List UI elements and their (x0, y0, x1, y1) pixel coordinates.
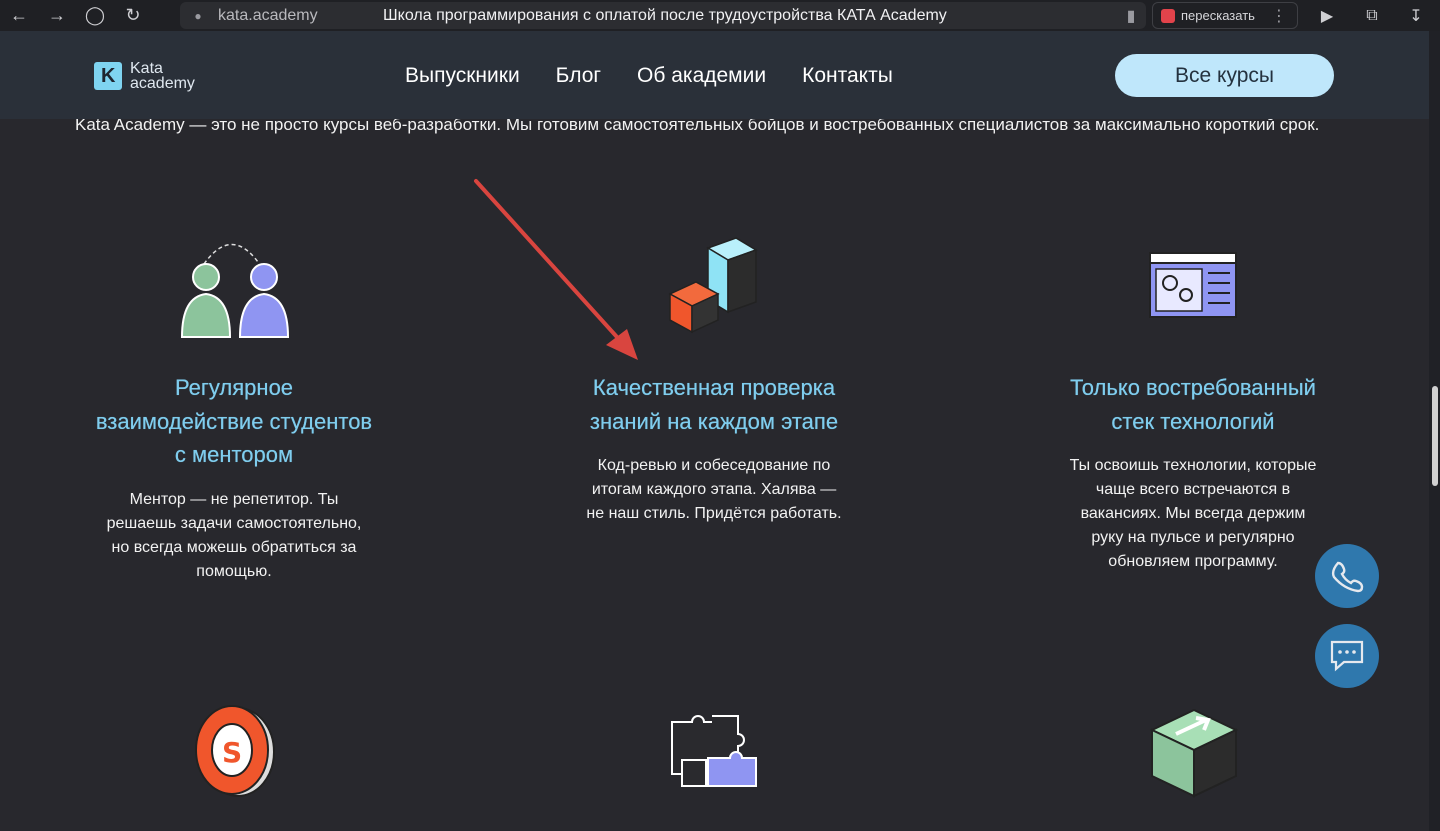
nav-graduates[interactable]: Выпускники (405, 64, 520, 88)
chat-button[interactable] (1315, 624, 1379, 688)
mentor-students-icon (180, 243, 290, 338)
retell-label: пересказать (1181, 8, 1255, 23)
feature-description: Ментор — не репетитор. Ты решаешь задачи… (106, 490, 362, 580)
feature-quality-check: Качественная проверка знаний на каждом э… (544, 371, 884, 526)
lock-icon: ● (194, 8, 202, 23)
feature-description: Код-ревью и собеседование по итогам кажд… (586, 457, 842, 522)
puzzle-icon (671, 715, 757, 787)
address-bar[interactable]: ● kata.academy Школа программирования с … (180, 2, 1146, 29)
yandex-icon[interactable]: ◯ (76, 0, 114, 31)
svg-text:S: S (222, 736, 242, 769)
settings-window-icon (1149, 252, 1237, 318)
forward-icon[interactable]: → (38, 0, 76, 31)
url-text: kata.academy (218, 6, 318, 24)
nav-blog[interactable]: Блог (556, 64, 601, 88)
site-logo[interactable]: Kata academy (94, 60, 195, 92)
feature-tech-stack: Только востребованный стек технологий Ты… (1023, 371, 1363, 574)
all-courses-button[interactable]: Все курсы (1115, 54, 1334, 97)
feature-title: Регулярное взаимодействие студентов с ме… (95, 375, 373, 467)
logo-mark-icon (94, 62, 122, 90)
feature-title: Качественная проверка знаний на каждом э… (589, 375, 839, 434)
nav-about[interactable]: Об академии (637, 64, 766, 88)
feature-mentor: Регулярное взаимодействие студентов с ме… (64, 371, 404, 584)
box-arrow-icon (1149, 708, 1239, 798)
media-icon[interactable]: ▶ (1312, 0, 1342, 31)
nav-contacts[interactable]: Контакты (802, 64, 893, 88)
feature-description: Ты освоишь технологии, которые чаще всег… (1069, 457, 1317, 570)
call-button[interactable] (1315, 544, 1379, 608)
more-icon[interactable]: ⋮ (1271, 6, 1287, 26)
feature-title: Только востребованный стек технологий (1070, 375, 1316, 434)
retell-button[interactable]: пересказать ⋮ (1152, 2, 1298, 29)
retell-icon (1161, 8, 1175, 23)
reload-icon[interactable]: ↻ (114, 0, 152, 31)
scrollbar-thumb[interactable] (1432, 386, 1438, 486)
main-nav: Выпускники Блог Об академии Контакты (405, 64, 893, 88)
scrollbar[interactable] (1429, 31, 1440, 831)
bookmark-icon[interactable]: ▮ (1116, 6, 1146, 26)
chat-icon (1330, 640, 1364, 672)
coin-icon: S (195, 705, 275, 797)
page-tab-title: Школа программирования с оплатой после т… (383, 6, 947, 24)
site-header: Kata academy Выпускники Блог Об академии… (0, 31, 1440, 119)
collections-icon[interactable]: ⧉ (1357, 0, 1387, 31)
download-icon[interactable]: ↧ (1401, 0, 1431, 31)
cubes-icon (668, 237, 758, 334)
logo-text: Kata academy (130, 60, 195, 92)
phone-icon (1331, 561, 1364, 593)
back-icon[interactable]: ← (0, 0, 38, 31)
